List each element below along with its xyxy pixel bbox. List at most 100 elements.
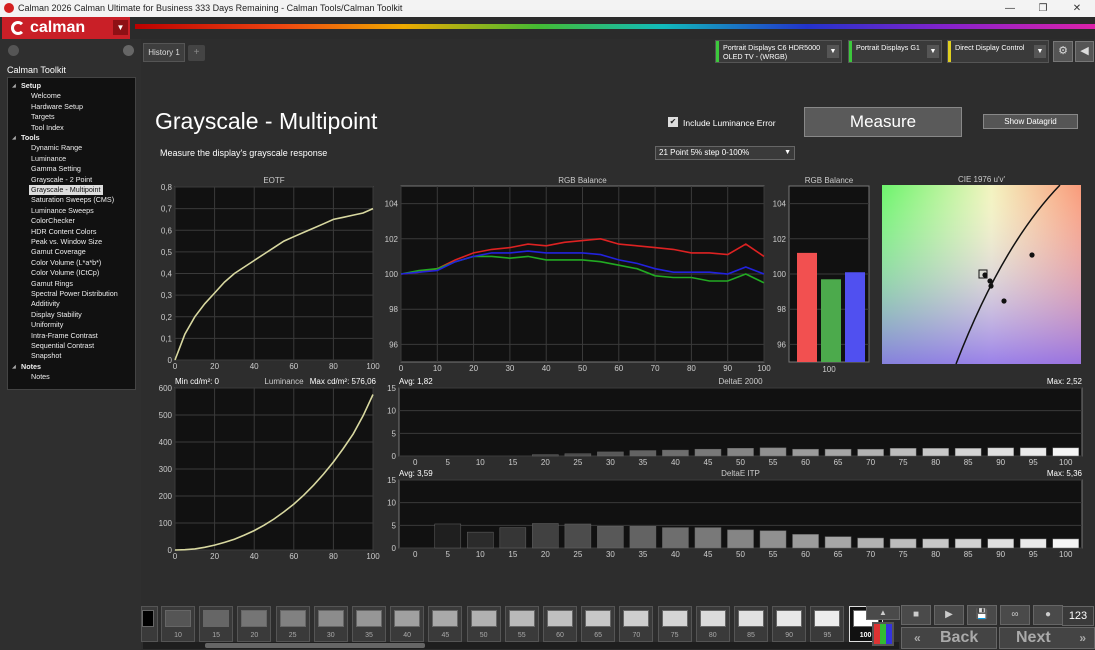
swatch-30[interactable]: 30 (313, 606, 348, 642)
x-tick-label: 20 (210, 552, 219, 561)
swatch-partial[interactable] (141, 606, 158, 642)
swatch-label: 75 (670, 632, 679, 639)
y-tick-label: 5 (392, 521, 397, 530)
x-tick-label: 60 (801, 458, 810, 467)
deltae-itp-bar (597, 525, 624, 549)
swatch-label: 55 (517, 632, 526, 639)
rgb-balance-line-chart: RGB Balance 96 98 100 102 104 0 10 20 30 40 50 60 70 8… (385, 176, 772, 373)
deltae-2000-bar (759, 447, 787, 457)
y-tick-label: 300 (159, 465, 173, 474)
x-tick-label: 15 (508, 458, 517, 467)
x-tick-label: 30 (606, 550, 615, 559)
y-tick-label: 0,3 (161, 291, 173, 300)
x-tick-label: 10 (476, 550, 485, 559)
x-tick-label: 35 (638, 550, 647, 559)
swatch-color (547, 610, 573, 627)
swatch-color (241, 610, 268, 627)
deltae-itp-bar (662, 527, 689, 549)
x-tick-label: 70 (866, 550, 875, 559)
swatch-75[interactable]: 75 (657, 606, 692, 642)
x-tick-label: 90 (723, 364, 732, 373)
x-tick-label: 40 (542, 364, 551, 373)
x-tick-label: 60 (801, 550, 810, 559)
deltae-itp-bar (1019, 538, 1047, 549)
swatch-55[interactable]: 55 (504, 606, 539, 642)
measured-point (1001, 298, 1007, 304)
swatch-90[interactable]: 90 (772, 606, 807, 642)
chart-title: CIE 1976 u'v' (958, 175, 1006, 184)
y-tick-label: 100 (773, 270, 787, 279)
x-tick-label: 30 (606, 458, 615, 467)
x-tick-label: 75 (899, 458, 908, 467)
swatch-95[interactable]: 95 (810, 606, 845, 642)
back-label: Back (940, 629, 979, 646)
deltae-itp-bar (824, 536, 852, 549)
y-tick-label: 100 (385, 270, 399, 279)
deltae-itp-bar (564, 523, 592, 549)
x-tick-label: 5 (446, 458, 451, 467)
y-tick-label: 400 (159, 438, 173, 447)
swatch-label: 85 (747, 632, 755, 639)
x-tick-label: 100 (1059, 550, 1073, 559)
x-tick-label: 45 (704, 550, 713, 559)
play-icon[interactable]: ▶ (934, 605, 964, 625)
swatch-85[interactable]: 85 (734, 606, 768, 642)
x-tick-label: 90 (996, 458, 1005, 467)
x-tick-label: 100 (366, 362, 380, 371)
record-icon[interactable]: ● (1033, 605, 1063, 625)
deltae-itp-bar (759, 530, 787, 549)
swatch-20[interactable]: 20 (237, 606, 272, 642)
swatch-40[interactable]: 40 (390, 606, 425, 642)
point-counter[interactable]: 123 (1062, 606, 1094, 626)
swatch-10[interactable]: 10 (161, 606, 195, 642)
y-tick-label: 96 (777, 340, 786, 349)
x-tick-label: 100 (366, 552, 380, 561)
avg-label: Avg: 1,82 (399, 377, 433, 386)
rgb-pattern-icon[interactable] (872, 622, 894, 646)
chart-title: Luminance (264, 377, 304, 386)
x-tick-label: 35 (638, 458, 647, 467)
deltae-2000-bar (564, 453, 592, 457)
deltae-2000-bar (792, 448, 819, 457)
save-icon[interactable]: 💾 (967, 605, 997, 625)
next-button[interactable]: Next » (999, 627, 1095, 649)
measured-point (988, 283, 994, 289)
y-tick-label: 0,7 (161, 205, 173, 214)
y-tick-label: 0,6 (161, 226, 173, 235)
stop-icon[interactable]: ■ (901, 605, 931, 625)
chart-title: EOTF (263, 176, 284, 185)
deltae-2000-bar (662, 449, 689, 457)
swatch-60[interactable]: 60 (543, 606, 577, 642)
x-tick-label: 20 (469, 364, 478, 373)
x-tick-label: 100 (757, 364, 771, 373)
x-tick-label: 80 (329, 552, 338, 561)
deltae-2000-chart: Avg: 1,82 DeltaE 2000 Max: 2,52 0 5 10 15 0 5 10 1… (387, 377, 1082, 467)
swatch-50[interactable]: 50 (466, 606, 501, 642)
chart-title: DeltaE ITP (721, 469, 760, 478)
back-button[interactable]: « Back (901, 627, 997, 649)
swatch-color (279, 610, 306, 627)
swatch-70[interactable]: 70 (619, 606, 654, 642)
swatch-label: 65 (594, 632, 603, 639)
swatch-65[interactable]: 65 (581, 606, 616, 642)
swatch-25[interactable]: 25 (275, 606, 310, 642)
swatch-color (508, 610, 535, 627)
y-tick-label: 104 (773, 200, 787, 209)
y-tick-label: 0,4 (161, 270, 173, 279)
x-tick-label: 50 (736, 458, 745, 467)
rgb-green-bar (821, 279, 841, 362)
scrollbar-thumb[interactable] (205, 643, 425, 648)
y-tick-label: 98 (777, 305, 786, 314)
swatch-35[interactable]: 35 (352, 606, 386, 642)
deltae-itp-bar (954, 538, 982, 549)
swatch-label: 15 (212, 632, 221, 639)
x-tick-label: 30 (505, 364, 514, 373)
swatch-80[interactable]: 80 (695, 606, 730, 642)
swatch-color (814, 610, 841, 627)
swatch-label: 20 (250, 632, 259, 639)
collapse-up-icon[interactable]: ▲ (866, 606, 900, 620)
chart-title: RGB Balance (805, 176, 854, 185)
swatch-45[interactable]: 45 (428, 606, 463, 642)
loop-icon[interactable]: ∞ (1000, 605, 1030, 625)
swatch-15[interactable]: 15 (199, 606, 234, 642)
